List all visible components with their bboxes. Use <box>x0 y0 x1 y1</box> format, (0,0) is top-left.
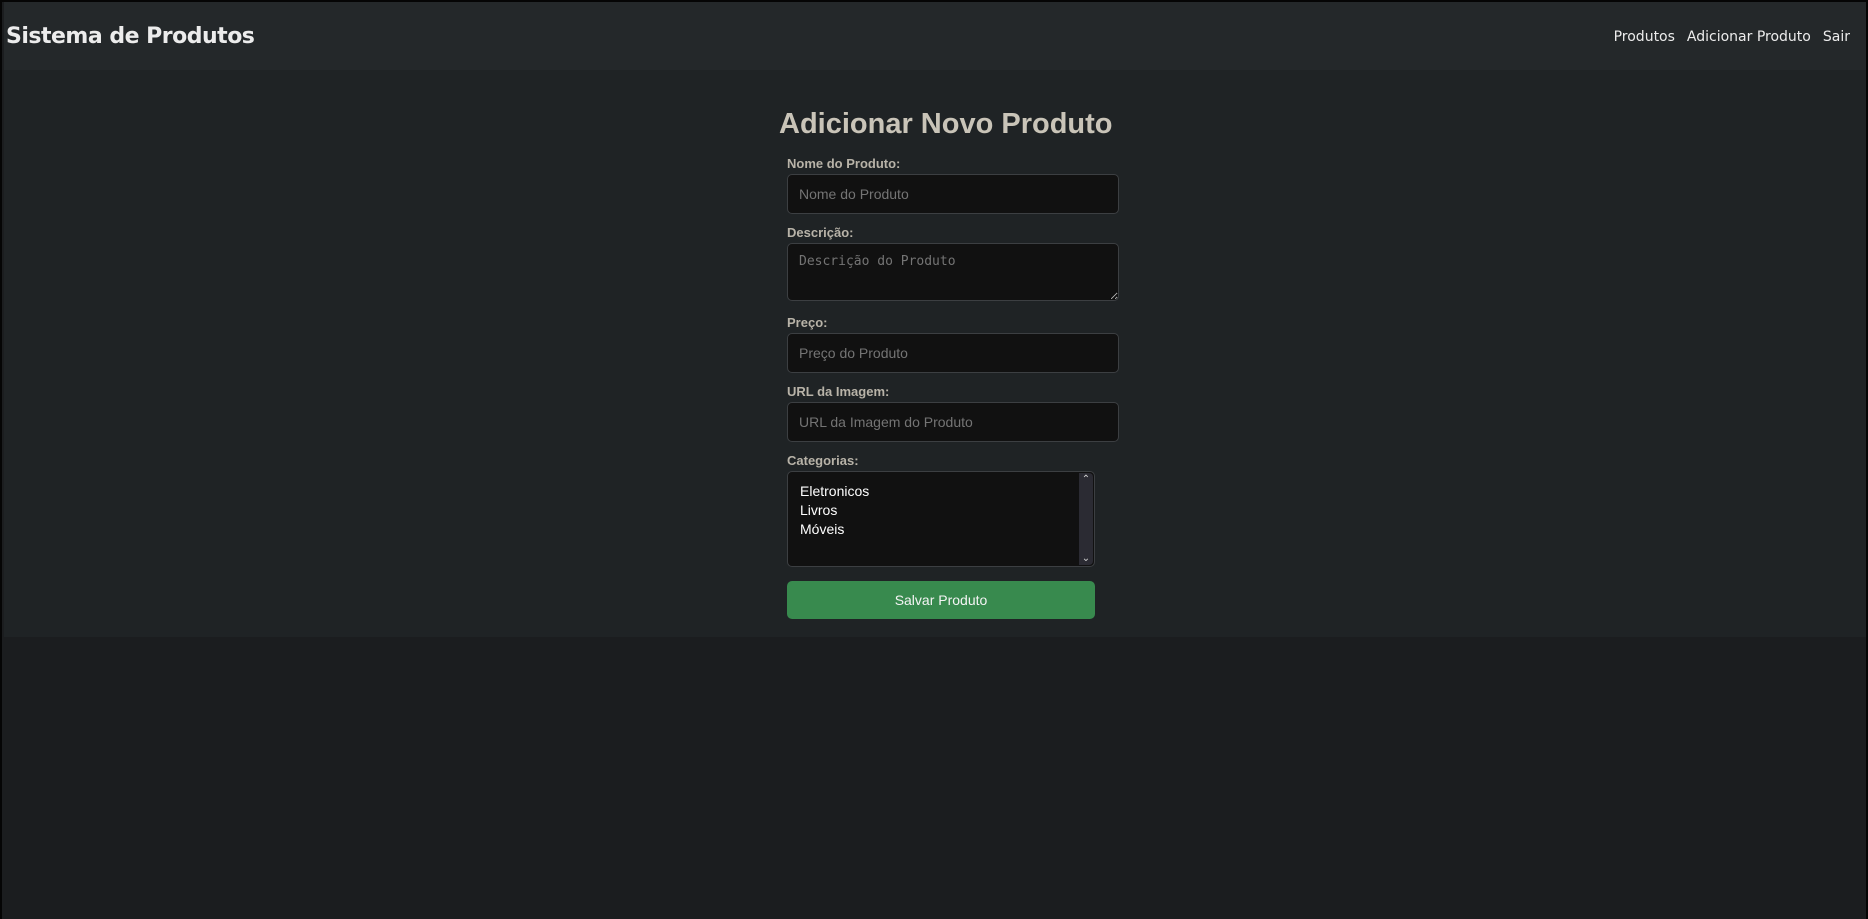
brand-title[interactable]: Sistema de Produtos <box>6 24 255 49</box>
page-title: Adicionar Novo Produto <box>779 108 1113 140</box>
save-product-button[interactable]: Salvar Produto <box>787 581 1095 619</box>
page-background <box>4 637 1866 919</box>
product-name-input[interactable] <box>787 174 1119 214</box>
product-price-input[interactable] <box>787 333 1119 373</box>
nav-links: Produtos Adicionar Produto Sair <box>1614 29 1850 45</box>
nav-link-sair[interactable]: Sair <box>1823 29 1850 45</box>
category-option-eletronicos[interactable]: Eletronicos <box>800 482 869 501</box>
product-description-textarea[interactable] <box>787 243 1119 301</box>
name-label: Nome do Produto: <box>787 156 901 171</box>
category-option-livros[interactable]: Livros <box>800 501 869 520</box>
image-url-input[interactable] <box>787 402 1119 442</box>
categories-scrollbar[interactable]: ⌃ ⌄ <box>1079 473 1093 565</box>
nav-link-produtos[interactable]: Produtos <box>1614 29 1675 45</box>
categories-select[interactable]: Eletronicos Livros Móveis ⌃ ⌄ <box>787 471 1095 567</box>
category-option-moveis[interactable]: Móveis <box>800 520 869 539</box>
categories-label: Categorias: <box>787 453 859 468</box>
categories-options: Eletronicos Livros Móveis <box>800 482 869 539</box>
image-url-label: URL da Imagem: <box>787 384 890 399</box>
navbar: Sistema de Produtos Produtos Adicionar P… <box>4 2 1866 70</box>
price-label: Preço: <box>787 315 828 330</box>
description-label: Descrição: <box>787 225 854 240</box>
chevron-up-icon[interactable]: ⌃ <box>1079 474 1093 485</box>
chevron-down-icon[interactable]: ⌄ <box>1079 553 1093 564</box>
nav-link-adicionar-produto[interactable]: Adicionar Produto <box>1687 29 1811 45</box>
